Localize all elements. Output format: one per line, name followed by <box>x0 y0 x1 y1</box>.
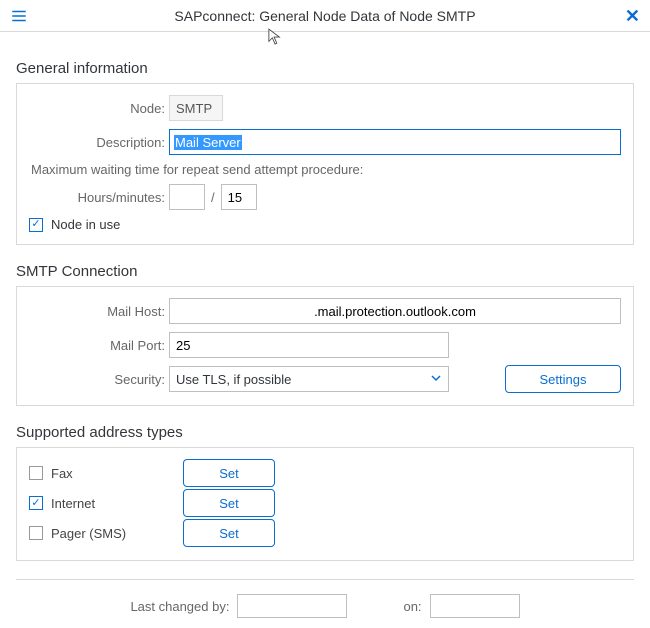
pager-set-button[interactable]: Set <box>183 519 275 547</box>
security-select[interactable]: Use TLS, if possible <box>169 366 449 392</box>
node-in-use-label: Node in use <box>51 217 120 232</box>
fax-label: Fax <box>51 466 73 481</box>
addr-box: ✓ Fax Set ✓ Internet Set ✓ Pager (SMS) S… <box>16 447 634 561</box>
node-field <box>169 95 223 121</box>
security-value: Use TLS, if possible <box>176 372 291 387</box>
internet-checkbox[interactable]: ✓ <box>29 496 43 510</box>
close-icon[interactable]: ✕ <box>625 7 640 25</box>
mailport-field[interactable] <box>169 332 449 358</box>
fax-checkbox[interactable]: ✓ <box>29 466 43 480</box>
waiting-time-text: Maximum waiting time for repeat send att… <box>31 162 621 177</box>
internet-label: Internet <box>51 496 95 511</box>
description-field[interactable]: Mail Server <box>169 129 621 155</box>
settings-button[interactable]: Settings <box>505 365 621 393</box>
changed-by-label: Last changed by: <box>130 599 229 614</box>
general-info-box: Node: Description: Mail Server Maximum w… <box>16 83 634 245</box>
hours-field[interactable] <box>169 184 205 210</box>
section-title-general: General information <box>16 60 634 77</box>
on-label: on: <box>403 599 421 614</box>
mailhost-field[interactable] <box>169 298 621 324</box>
footer: Last changed by: on: <box>16 579 634 618</box>
mailport-label: Mail Port: <box>29 338 169 353</box>
page-title: SAPconnect: General Node Data of Node SM… <box>0 8 650 24</box>
mailhost-label: Mail Host: <box>29 304 169 319</box>
slash-separator: / <box>211 190 215 205</box>
description-selection: Mail Server <box>174 135 242 150</box>
description-label: Description: <box>29 135 169 150</box>
chevron-down-icon <box>430 372 442 387</box>
on-field[interactable] <box>430 594 520 618</box>
smtp-box: Mail Host: Mail Port: Security: Use TLS,… <box>16 286 634 406</box>
pager-label: Pager (SMS) <box>51 526 126 541</box>
node-in-use-checkbox[interactable]: ✓ <box>29 218 43 232</box>
internet-set-button[interactable]: Set <box>183 489 275 517</box>
menu-icon[interactable] <box>10 7 28 25</box>
node-label: Node: <box>29 101 169 116</box>
window-header: SAPconnect: General Node Data of Node SM… <box>0 0 650 32</box>
fax-set-button[interactable]: Set <box>183 459 275 487</box>
security-label: Security: <box>29 372 169 387</box>
pager-checkbox[interactable]: ✓ <box>29 526 43 540</box>
hours-minutes-label: Hours/minutes: <box>29 190 169 205</box>
minutes-field[interactable] <box>221 184 257 210</box>
section-title-addr: Supported address types <box>16 424 634 441</box>
changed-by-field[interactable] <box>237 594 347 618</box>
section-title-smtp: SMTP Connection <box>16 263 634 280</box>
